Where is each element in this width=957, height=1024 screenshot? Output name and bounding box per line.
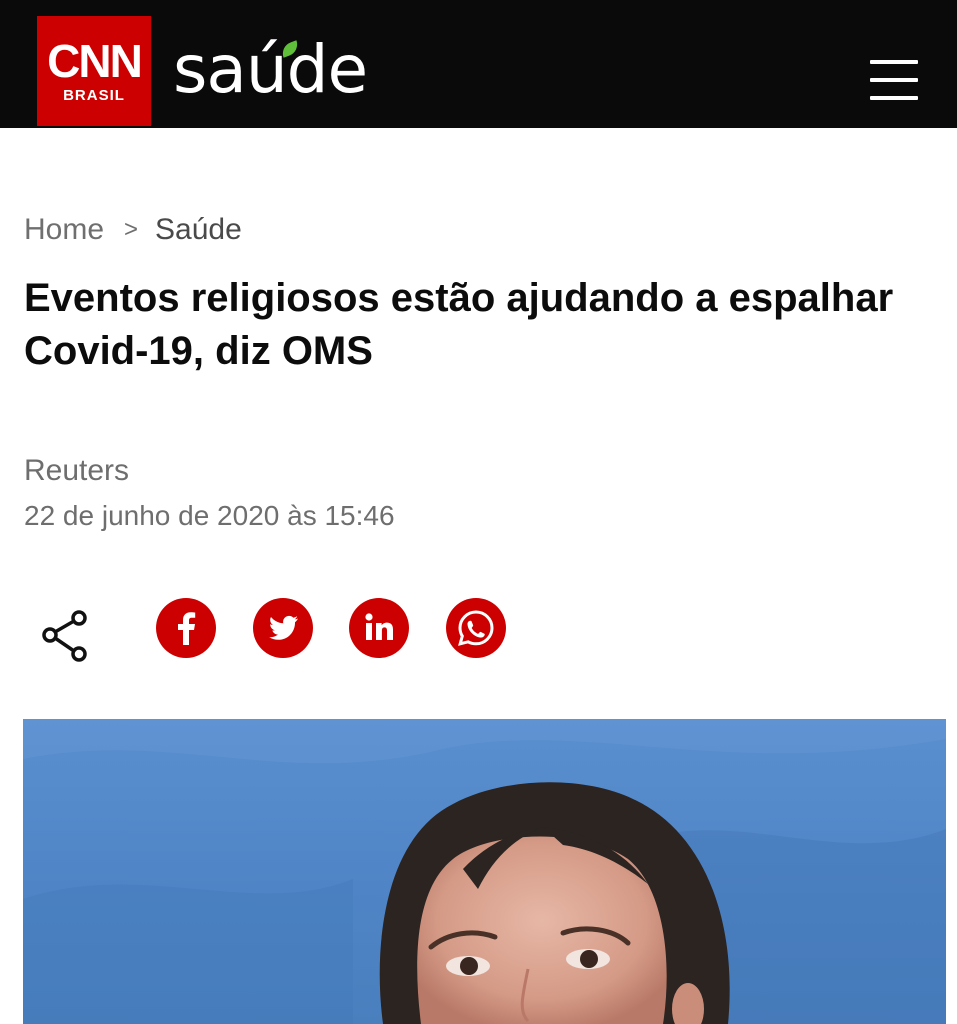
linkedin-icon (365, 613, 393, 640)
hero-photo (23, 719, 946, 1024)
cnn-brasil-logo[interactable]: CNN BRASIL (37, 16, 151, 126)
breadcrumb-home-link[interactable]: Home (24, 213, 104, 246)
linkedin-share-button[interactable] (349, 598, 409, 658)
breadcrumb-current-link[interactable]: Saúde (155, 213, 242, 246)
share-icon[interactable] (40, 610, 90, 662)
section-logo-saude[interactable]: saúde (173, 30, 368, 110)
hero-image[interactable] (23, 719, 946, 1024)
hamburger-menu-icon[interactable] (866, 58, 920, 102)
article-headline: Eventos religiosos estão ajudando a espa… (24, 276, 894, 373)
share-bar (40, 598, 520, 662)
header-bar: CNN BRASIL saúde (0, 0, 957, 128)
breadcrumb-separator: > (124, 216, 139, 243)
breadcrumb: Home > Saúde (24, 210, 242, 250)
article-date: 22 de junho de 2020 às 15:46 (24, 500, 395, 531)
facebook-share-button[interactable] (156, 598, 216, 658)
whatsapp-share-button[interactable] (446, 598, 506, 658)
twitter-icon (269, 615, 298, 640)
brasil-logo-text: BRASIL (63, 87, 125, 104)
facebook-icon (178, 612, 196, 645)
whatsapp-icon (458, 610, 494, 646)
twitter-share-button[interactable] (253, 598, 313, 658)
cnn-logo-text: CNN (47, 35, 143, 87)
article-source: Reuters (24, 454, 130, 487)
